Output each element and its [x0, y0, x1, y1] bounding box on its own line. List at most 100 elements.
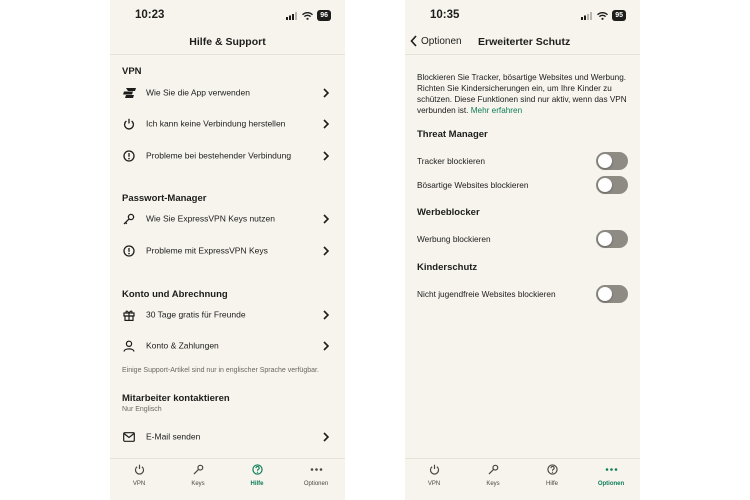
send-email-label: E-Mail senden — [146, 431, 201, 442]
help-item-keys-problems[interactable]: Probleme mit ExpressVPN Keys — [110, 238, 345, 264]
help-item-label: Wie Sie ExpressVPN Keys nutzen — [146, 213, 275, 224]
chevron-right-icon — [323, 341, 330, 351]
tab-vpn[interactable]: VPN — [405, 464, 463, 487]
page-title: Hilfe & Support — [189, 36, 266, 48]
tab-options[interactable]: Optionen — [287, 464, 345, 487]
nav-bar: Optionen Erweiterter Schutz — [405, 30, 640, 55]
tab-label: Optionen — [597, 481, 625, 487]
tab-label: VPN — [132, 481, 146, 487]
key-icon — [487, 464, 498, 475]
help-item-use-app[interactable]: Wie Sie die App verwenden — [110, 80, 345, 106]
toggle-knob — [598, 287, 612, 301]
learn-more-link[interactable]: Mehr erfahren — [471, 106, 522, 115]
tab-help[interactable]: Hilfe — [523, 464, 581, 487]
chevron-right-icon — [323, 246, 330, 256]
toggle-label: Bösartige Websites blockieren — [417, 180, 529, 190]
help-item-account-payments[interactable]: Konto & Zahlungen — [110, 333, 345, 359]
section-heading-password-manager: Passwort-Manager — [122, 193, 207, 204]
help-item-label: Ich kann keine Verbindung herstellen — [146, 118, 286, 129]
toggle-label: Tracker blockieren — [417, 156, 485, 166]
more-dots-icon — [310, 468, 322, 471]
chevron-right-icon — [323, 151, 330, 161]
cellular-signal-icon — [286, 11, 298, 20]
status-time: 10:23 — [135, 9, 165, 21]
tab-bar: VPN Keys Hilfe Optionen — [110, 458, 345, 500]
toggle-row-ads: Werbung blockieren — [417, 229, 628, 249]
section-heading-ad-blocker: Werbeblocker — [417, 207, 480, 218]
status-bar: 10:35 95 — [405, 0, 640, 30]
section-heading-vpn: VPN — [122, 66, 142, 77]
key-icon — [122, 212, 136, 226]
gift-icon — [122, 308, 136, 322]
tab-label: Keys — [191, 481, 205, 487]
help-item-label: Probleme mit ExpressVPN Keys — [146, 245, 268, 256]
chevron-right-icon — [323, 119, 330, 129]
power-icon — [134, 464, 144, 475]
language-note: Einige Support-Artikel sind nur in engli… — [122, 367, 319, 374]
toggle-knob — [598, 232, 612, 246]
tab-keys[interactable]: Keys — [169, 464, 227, 487]
power-icon — [429, 464, 439, 475]
alert-circle-icon — [122, 244, 136, 258]
tab-label: Optionen — [303, 481, 329, 487]
tab-label: Hilfe — [250, 481, 264, 487]
malicious-sites-block-toggle[interactable] — [596, 176, 628, 194]
adult-sites-block-toggle[interactable] — [596, 285, 628, 303]
chevron-right-icon — [323, 310, 330, 320]
person-icon — [122, 339, 136, 353]
wifi-icon — [302, 11, 314, 20]
help-item-label: Konto & Zahlungen — [146, 340, 219, 351]
contact-language-note: Nur Englisch — [122, 406, 162, 413]
toggle-row-malicious-sites: Bösartige Websites blockieren — [417, 175, 628, 195]
feature-description: Blockieren Sie Tracker, bösartige Websit… — [417, 72, 628, 116]
power-icon — [122, 117, 136, 131]
toggle-label: Werbung blockieren — [417, 234, 491, 244]
help-item-referral[interactable]: 30 Tage gratis für Freunde — [110, 302, 345, 328]
more-dots-icon — [605, 468, 617, 471]
nav-bar: Hilfe & Support — [110, 30, 345, 55]
tab-label: VPN — [427, 481, 441, 487]
battery-icon: 96 — [317, 10, 331, 21]
help-item-label: 30 Tage gratis für Freunde — [146, 309, 246, 320]
help-item-cannot-connect[interactable]: Ich kann keine Verbindung herstellen — [110, 111, 345, 137]
help-item-connection-problems[interactable]: Probleme bei bestehender Verbindung — [110, 142, 345, 170]
status-icons: 95 — [581, 10, 626, 21]
section-heading-child-protection: Kinderschutz — [417, 262, 478, 273]
status-time: 10:35 — [430, 9, 460, 21]
section-heading-threat-manager: Threat Manager — [417, 129, 488, 140]
tab-vpn[interactable]: VPN — [110, 464, 168, 487]
send-email-button[interactable]: E-Mail senden — [110, 424, 345, 450]
mail-icon — [122, 430, 136, 444]
tab-bar: VPN Keys Hilfe Optionen — [405, 458, 640, 500]
cellular-signal-icon — [581, 11, 593, 20]
toggle-row-tracker: Tracker blockieren — [417, 151, 628, 171]
help-support-screen: 10:23 96 Hilfe & Support VPN Wie Sie die… — [110, 0, 345, 500]
page-title: Erweiterter Schutz — [478, 36, 571, 48]
tracker-block-toggle[interactable] — [596, 152, 628, 170]
tab-help[interactable]: Hilfe — [228, 464, 286, 487]
chevron-left-icon — [410, 35, 417, 47]
advanced-protection-screen: 10:35 95 Optionen Erweiterter Schutz Blo… — [405, 0, 640, 500]
status-bar: 10:23 96 — [110, 0, 345, 30]
chevron-right-icon — [323, 214, 330, 224]
back-label: Optionen — [421, 35, 462, 47]
status-icons: 96 — [286, 10, 331, 21]
help-item-use-keys[interactable]: Wie Sie ExpressVPN Keys nutzen — [110, 206, 345, 232]
battery-icon: 95 — [612, 10, 626, 21]
tab-label: Keys — [486, 481, 500, 487]
tab-keys[interactable]: Keys — [464, 464, 522, 487]
back-button[interactable]: Optionen — [410, 35, 462, 47]
expressvpn-logo-icon — [122, 86, 136, 100]
toggle-row-adult-sites: Nicht jugendfreie Websites blockieren — [417, 284, 628, 304]
toggle-knob — [598, 178, 612, 192]
alert-circle-icon — [122, 149, 136, 163]
section-heading-contact: Mitarbeiter kontaktieren — [122, 393, 230, 404]
toggle-label: Nicht jugendfreie Websites blockieren — [417, 289, 556, 299]
help-circle-icon — [251, 464, 263, 475]
ads-block-toggle[interactable] — [596, 230, 628, 248]
help-circle-icon — [546, 464, 558, 475]
chevron-right-icon — [323, 432, 330, 442]
tab-options[interactable]: Optionen — [582, 464, 640, 487]
toggle-knob — [598, 154, 612, 168]
key-icon — [192, 464, 203, 475]
